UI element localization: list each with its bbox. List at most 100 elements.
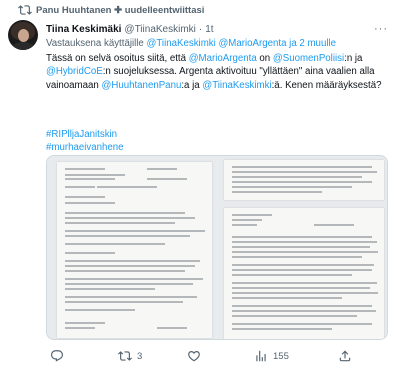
document-text-line [232,305,372,307]
document-text-line [232,282,377,284]
tweet-header: Tiina Keskimäki @TiinaKeskimki · 1t ··· [46,21,388,37]
document-text-line [232,274,352,276]
document-text-line [65,168,105,170]
tweet-text-part: :n ja [344,53,363,64]
document-text-line [232,166,372,168]
author-handle[interactable]: @TiinaKeskimki [124,24,195,35]
mention-link[interactable]: @MarioArgenta [189,53,257,64]
action-bar: 3 155 [46,347,388,365]
tweet-time[interactable]: 1t [205,24,213,35]
document-text-line [147,178,187,180]
media-attachment[interactable] [46,155,388,340]
document-text-line [65,222,175,224]
tweet-text-part: :ä. Kenen määräyksestä? [271,79,382,91]
document-text-line [65,235,190,237]
replying-prefix: Vastauksena käyttäjille [46,38,144,49]
document-text-line [65,322,105,324]
more-icon[interactable]: ··· [374,23,388,35]
retweet-icon [18,5,32,15]
document-text-line [232,264,374,266]
retweet-button[interactable]: 3 [118,349,142,363]
document-text-line [314,224,354,226]
document-text-line [232,246,370,248]
views-button[interactable]: 155 [254,349,289,363]
document-image-left[interactable] [47,156,216,339]
replying-handle[interactable]: @TiinaKeskimki [147,38,216,49]
document-text-line [65,252,115,254]
document-text-line [232,251,378,253]
document-text-line [65,202,115,204]
mention-link[interactable]: @HybridCoE [46,66,103,77]
document-text-line [232,224,257,226]
document-text-line [65,243,165,245]
document-text-line [232,323,372,325]
document-text-line [232,297,342,299]
document-text-line [65,217,195,219]
document-text-line [232,287,370,289]
tweet-text-part: on [259,53,271,64]
document-text-line [232,214,272,216]
views-icon [256,350,266,362]
document-text-line [232,241,377,243]
like-button[interactable] [187,349,206,363]
document-text-line [65,260,200,262]
document-text-line [65,174,125,176]
document-text-line [232,191,322,193]
tweet-text: Tässä on selvä osoitus siitä, että @Mari… [46,52,386,92]
view-count: 155 [273,350,289,362]
hashtag-link[interactable]: #murhaeivanhene [46,141,124,154]
document-text-line [232,219,262,221]
replying-others[interactable]: ja 2 muulle [289,38,336,49]
replying-handle[interactable]: @MarioArgenta [218,38,286,49]
separator-dot: · [198,23,203,35]
document-text-line [65,309,135,311]
document-text-line [65,178,115,180]
document-text-line [157,327,187,329]
document-text-line [65,265,195,267]
document-text-line [232,269,372,271]
mention-link[interactable]: @HuuhtanenPanu [101,80,181,91]
document-text-line [65,212,185,214]
document-text-line [65,196,105,198]
reply-button[interactable] [50,349,69,363]
document-text-line [65,283,193,285]
retweet-context[interactable]: Panu Huuhtanen ✚ uudelleentwiittasi [8,3,204,17]
mention-link[interactable]: @TiinaKeskimki [202,80,271,91]
document-text-line [232,310,376,312]
hashtag-link[interactable]: #RIPlljaJanitskin [46,128,124,141]
hashtag-list: #RIPlljaJanitskin #murhaeivanhene [46,128,124,155]
replying-to: Vastauksena käyttäjille @TiinaKeskimki @… [46,37,386,50]
document-text-line [65,230,205,232]
document-image-right[interactable] [218,156,387,339]
document-text-line [232,315,357,317]
document-text-line [232,171,377,173]
document-text-line [65,186,95,188]
share-icon [339,350,351,362]
retweet-count: 3 [137,350,143,362]
retweet-context-text: Panu Huuhtanen ✚ uudelleentwiittasi [36,4,205,16]
document-text-line [232,176,362,178]
mention-link[interactable]: @SuomenPoliisi [273,53,344,64]
tweet-text-part: Tässä on selvä osoitus siitä, että [46,53,187,64]
avatar[interactable] [8,20,38,50]
document-text-line [147,168,177,170]
document-text-line [232,181,372,183]
document-text-line [65,296,197,298]
document-text-line [65,288,155,290]
document-text-line [232,292,378,294]
share-button[interactable] [338,349,352,363]
author-name[interactable]: Tiina Keskimäki [46,24,121,35]
tweet-text-part: :a ja [181,79,200,91]
document-text-line [65,327,95,329]
heart-icon [188,351,200,362]
retweet-icon [118,351,132,361]
reply-icon [51,350,63,362]
document-text-line [65,301,183,303]
document-text-line [232,236,372,238]
document-text-line [65,270,185,272]
document-text-line [65,278,203,280]
document-text-line [232,186,352,188]
document-text-line [97,186,157,188]
document-text-line [232,328,332,330]
document-text-line [232,256,362,258]
